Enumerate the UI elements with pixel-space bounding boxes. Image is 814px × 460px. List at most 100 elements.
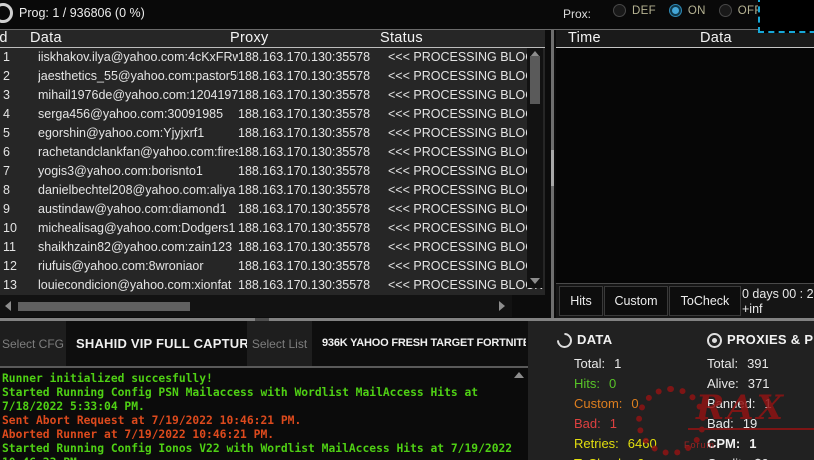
cell-data: shaikhzain82@yahoo.com:zain123 [38, 238, 238, 257]
stat-label: Bad: [574, 414, 601, 434]
stat-item: ToCheck: 0 [574, 454, 657, 460]
horizontal-scrollbar[interactable] [0, 295, 512, 317]
table-row[interactable]: 11 shaikhzain82@yahoo.com:zain123 188.16… [0, 238, 545, 257]
stat-value: 1 [764, 394, 771, 414]
scroll-left-icon[interactable] [5, 301, 11, 311]
cell-id: 6 [0, 143, 38, 162]
scroll-down-icon[interactable] [530, 278, 540, 284]
table-row[interactable]: 4 serga456@yahoo.com:30091985 188.163.17… [0, 105, 545, 124]
stat-value: 0 [609, 374, 616, 394]
table-row[interactable]: 5 egorshin@yahoo.com:Yjyjxrf1 188.163.17… [0, 124, 545, 143]
stat-item: Custom: 0 [574, 394, 657, 414]
cell-id: 13 [0, 276, 38, 295]
stat-item: Retries: 6460 [574, 434, 657, 454]
elapsed-time: 0 days 00 : 26 [742, 287, 814, 302]
scroll-right-icon[interactable] [499, 301, 505, 311]
horizontal-scroll-thumb[interactable] [18, 302, 190, 311]
tab-label: ToCheck [681, 294, 730, 308]
hits-tab[interactable]: ToCheck [669, 286, 741, 316]
cell-proxy: 188.163.170.130:35578 [238, 48, 388, 67]
radio-circle-icon [669, 4, 682, 17]
cell-id: 10 [0, 219, 38, 238]
log-scroll-up-icon[interactable] [514, 372, 524, 378]
cell-proxy: 188.163.170.130:35578 [238, 143, 388, 162]
hits-tab[interactable]: Hits [559, 286, 603, 316]
config-name: SHAHID VIP FULL CAPTURE [76, 321, 258, 366]
column-header-data[interactable]: Data [30, 30, 230, 47]
cell-status: <<< PROCESSING BLOCK [388, 86, 545, 105]
select-config-button[interactable]: Select CFG [0, 321, 66, 366]
horizontal-splitter[interactable] [0, 318, 814, 321]
stat-label: Bad: [707, 414, 734, 434]
vertical-scrollbar[interactable] [527, 48, 543, 288]
proxy-mode-radio[interactable]: DEF [613, 4, 656, 17]
column-header-status[interactable]: Status [380, 30, 545, 47]
proxies-stats-icon [707, 333, 722, 348]
column-header-proxy[interactable]: Proxy [230, 30, 380, 47]
vertical-splitter[interactable] [551, 30, 554, 318]
table-row[interactable]: 7 yogis3@yahoo.com:borisnto1 188.163.170… [0, 162, 545, 181]
cell-status: <<< PROCESSING BLOCK [388, 276, 545, 295]
stat-item: Credit: $0 [707, 454, 772, 460]
table-row[interactable]: 3 mihail1976de@yahoo.com:1204197 188.163… [0, 86, 545, 105]
cell-id: 8 [0, 181, 38, 200]
cell-status: <<< PROCESSING BLOCK [388, 67, 545, 86]
data-stats-list: Total: 1 Hits: 0 Custom: 0 Bad: 1 Retrie… [574, 354, 657, 460]
cell-data: riufuis@yahoo.com:8wroniaor [38, 257, 238, 276]
stat-item: Total: 391 [707, 354, 772, 374]
cell-proxy: 188.163.170.130:35578 [238, 219, 388, 238]
table-row[interactable]: 8 danielbechtel208@yahoo.com:aliya 188.1… [0, 181, 545, 200]
stat-item: CPM: 1 [707, 434, 772, 454]
stat-value: $0 [754, 454, 768, 460]
table-row[interactable]: 9 austindaw@yahoo.com:diamond1 188.163.1… [0, 200, 545, 219]
table-row[interactable]: 2 jaesthetics_55@yahoo.com:pastor55 188.… [0, 67, 545, 86]
vertical-scroll-thumb[interactable] [530, 56, 540, 104]
select-list-button[interactable]: Select List [247, 321, 312, 366]
cell-id: 9 [0, 200, 38, 219]
cell-data: rachetandclankfan@yahoo.com:fires [38, 143, 238, 162]
stat-item: Total: 1 [574, 354, 657, 374]
stat-label: Alive: [707, 374, 739, 394]
table-row[interactable]: 1 iiskhakov.ilya@yahoo.com:4cKxFRw 188.1… [0, 48, 545, 67]
column-header-time[interactable]: Time [568, 30, 601, 47]
eta-time: +inf [742, 302, 814, 317]
cell-proxy: 188.163.170.130:35578 [238, 67, 388, 86]
hits-tab[interactable]: Custom [604, 286, 668, 316]
runner-window: Prog: 1 / 936806 (0 %) Prox: DEF ON OFF … [0, 0, 814, 460]
stat-item: Bad: 19 [707, 414, 772, 434]
column-header-data[interactable]: Data [700, 30, 732, 47]
stats-panel: DATA Total: 1 Hits: 0 Custom: 0 Bad: 1 R… [528, 321, 814, 460]
stat-value: 371 [748, 374, 770, 394]
cell-status: <<< PROCESSING BLOCK [388, 181, 545, 200]
stat-value: 19 [743, 414, 757, 434]
table-row[interactable]: 13 louiecondicion@yahoo.com:xionfat 188.… [0, 276, 545, 295]
cell-id: 12 [0, 257, 38, 276]
column-header-id[interactable]: Id [0, 30, 30, 47]
proxy-mode-radios: DEF ON OFF [600, 4, 762, 17]
cell-data: iiskhakov.ilya@yahoo.com:4cKxFRw [38, 48, 238, 67]
stat-value: 1 [749, 434, 756, 454]
radio-label: ON [688, 5, 706, 17]
cell-status: <<< PROCESSING BLOCK [388, 200, 545, 219]
stat-value: 391 [747, 354, 769, 374]
proxy-mode-radio[interactable]: ON [669, 4, 706, 17]
table-row[interactable]: 10 michealisag@yahoo.com:Dodgers1 188.16… [0, 219, 545, 238]
progress-label: Prog: 1 / 936806 (0 %) [19, 6, 145, 20]
proxy-mode-radio[interactable]: OFF [719, 4, 762, 17]
config-bar: Select CFG SHAHID VIP FULL CAPTURE Selec… [0, 321, 528, 368]
table-row[interactable]: 12 riufuis@yahoo.com:8wroniaor 188.163.1… [0, 257, 545, 276]
stat-label: Total: [707, 354, 738, 374]
cell-data: michealisag@yahoo.com:Dodgers1 [38, 219, 238, 238]
cell-data: mihail1976de@yahoo.com:1204197 [38, 86, 238, 105]
stat-value: 0 [631, 394, 638, 414]
log-line: Started Running Config Ionos V22 with Wo… [2, 442, 528, 460]
cell-data: danielbechtel208@yahoo.com:aliya [38, 181, 238, 200]
table-row[interactable]: 6 rachetandclankfan@yahoo.com:fires 188.… [0, 143, 545, 162]
stat-label: Banned: [707, 394, 755, 414]
stat-value: 0 [637, 454, 644, 460]
cell-proxy: 188.163.170.130:35578 [238, 105, 388, 124]
proxies-section-title: PROXIES & PER [727, 332, 814, 347]
data-stats-icon [554, 330, 575, 351]
stat-label: Credit: [707, 454, 745, 460]
cell-status: <<< PROCESSING BLOCK [388, 48, 545, 67]
